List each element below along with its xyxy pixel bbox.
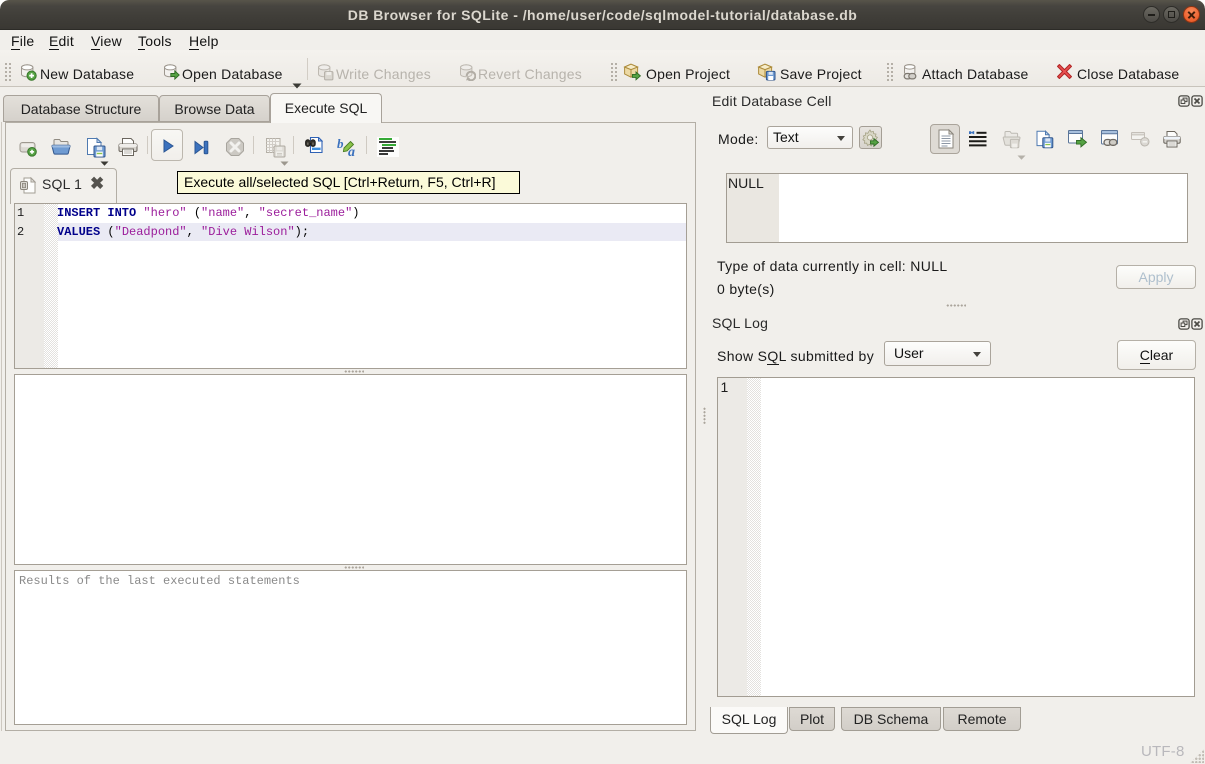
svg-text:b: b (337, 137, 344, 151)
